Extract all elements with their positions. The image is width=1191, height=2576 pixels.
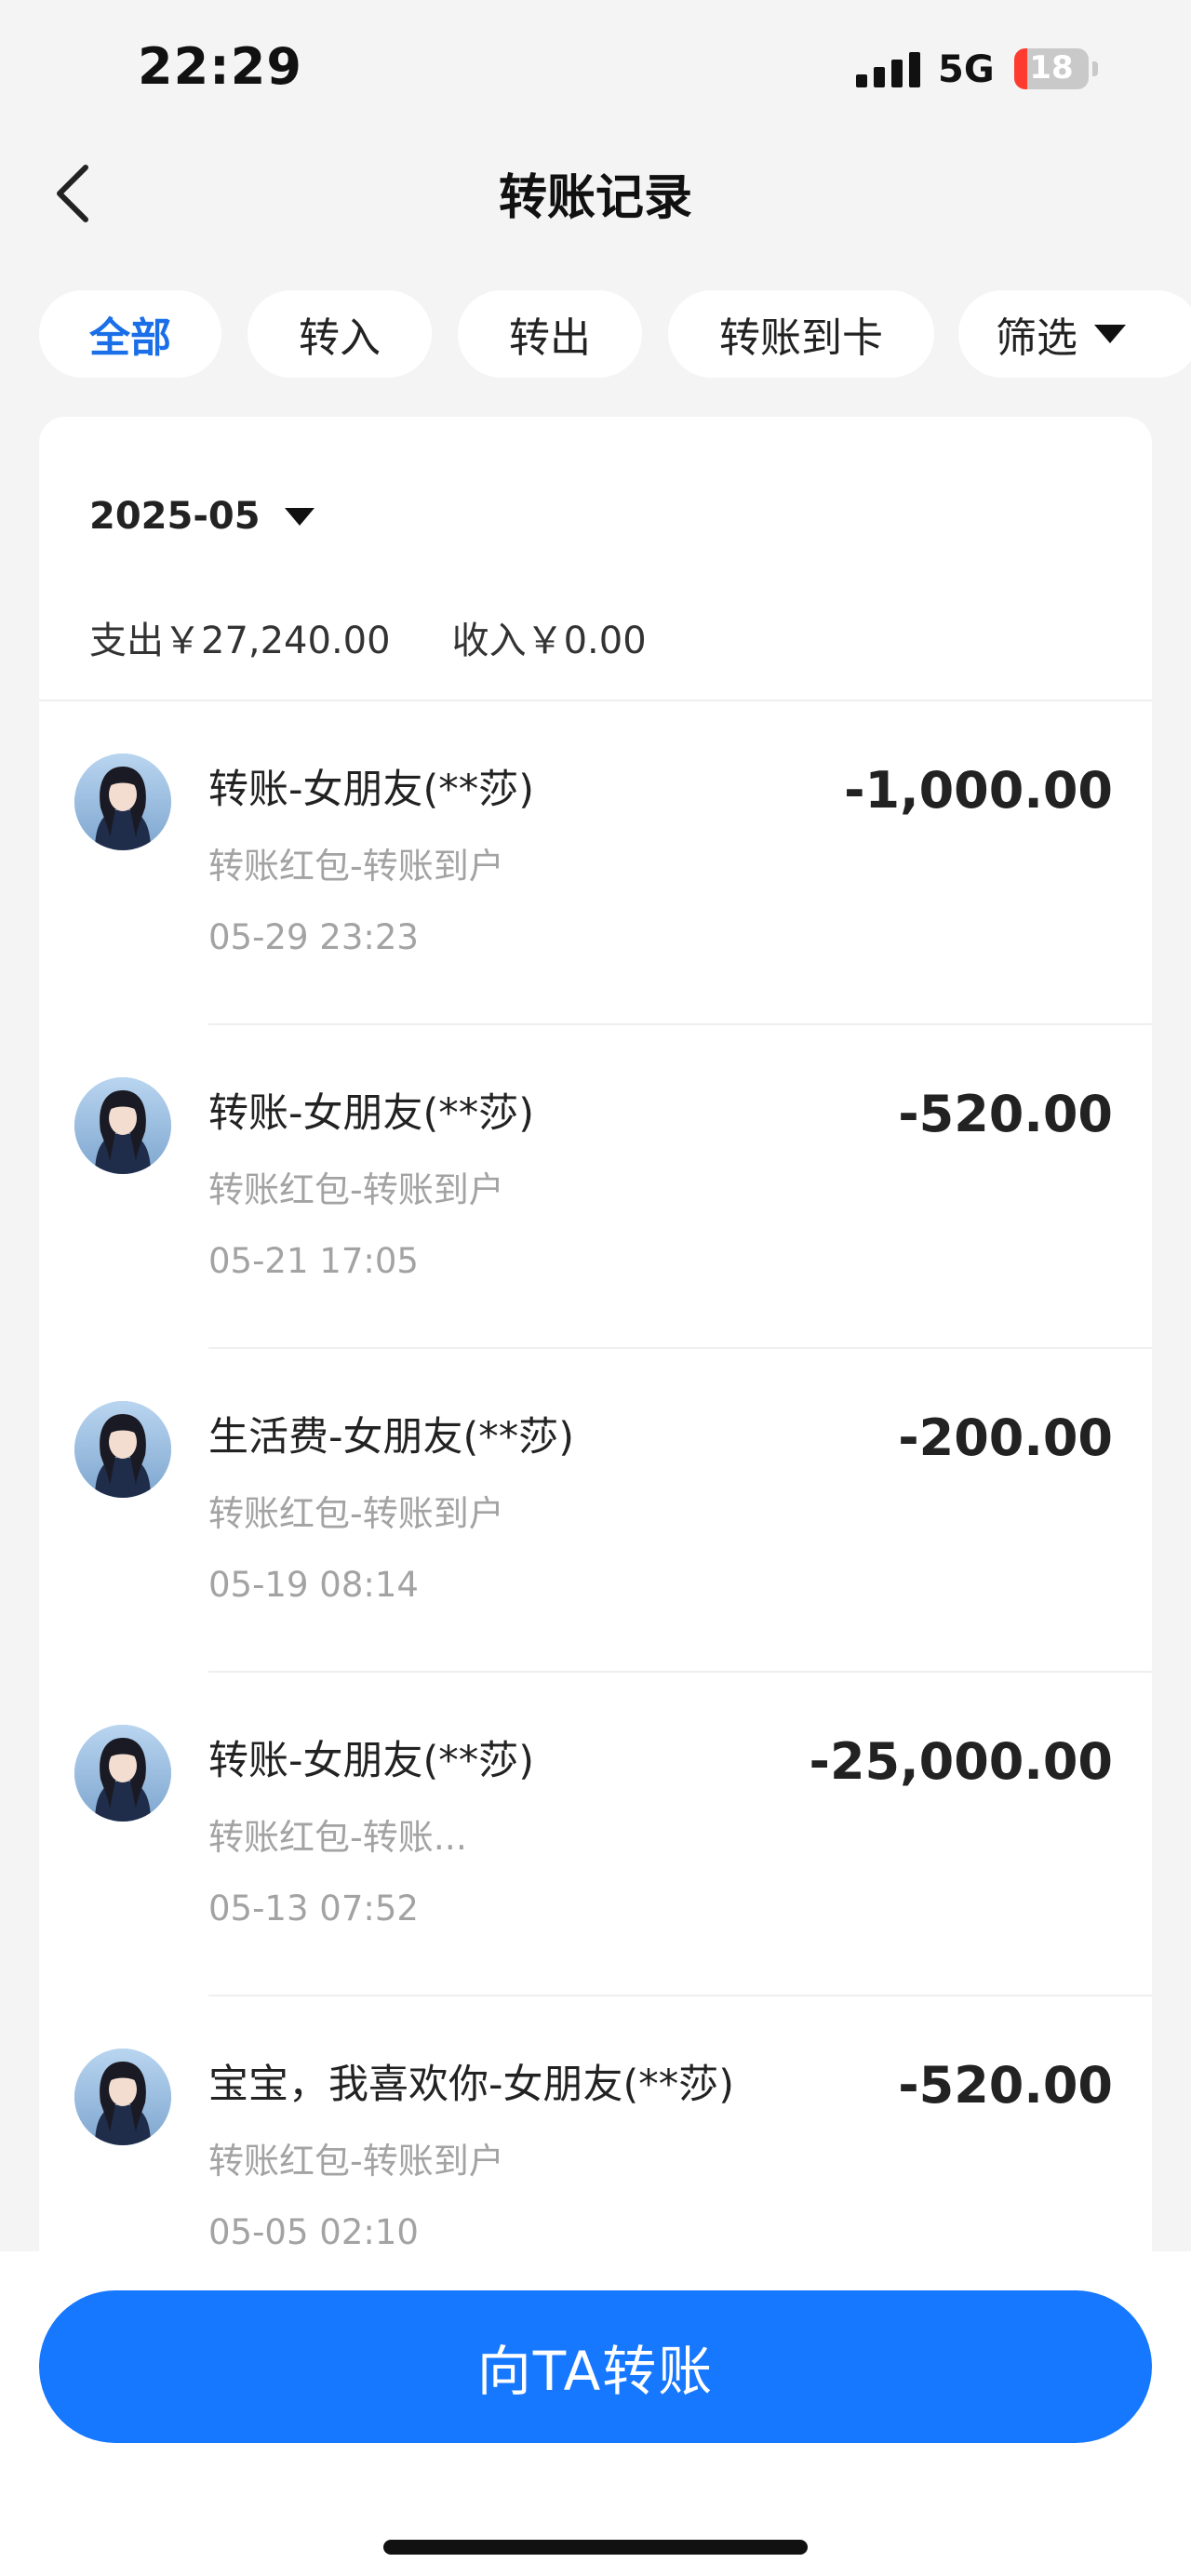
transaction-row[interactable]: 生活费-女朋友(**莎) 转账红包-转账到户 05-19 08:14 -200.… bbox=[39, 1349, 1152, 1673]
transaction-time: 05-13 07:52 bbox=[208, 1889, 419, 1929]
transaction-type: 转账红包-转账到户 bbox=[208, 1169, 504, 1210]
tab-label: 筛选 bbox=[996, 314, 1077, 362]
tab-label: 转入 bbox=[299, 314, 381, 362]
avatar-portrait bbox=[74, 1077, 171, 1174]
month-label: 2025-05 bbox=[89, 495, 261, 538]
expense-total: 支出￥27,240.00 bbox=[89, 620, 391, 662]
records-card: 2025-05 支出￥27,240.00 收入￥0.00 转账-女朋友(**莎)… bbox=[39, 417, 1152, 2320]
transaction-amount: -25,000.00 bbox=[809, 1732, 1113, 1791]
transaction-time: 05-05 02:10 bbox=[208, 2212, 419, 2252]
tab-label: 全部 bbox=[89, 314, 171, 362]
avatar bbox=[74, 754, 171, 850]
avatar-portrait bbox=[74, 754, 171, 850]
month-selector[interactable]: 2025-05 bbox=[89, 495, 314, 538]
tab-label: 转出 bbox=[509, 314, 591, 362]
tab-incoming[interactable]: 转入 bbox=[248, 290, 432, 378]
transaction-amount: -520.00 bbox=[898, 1085, 1113, 1143]
income-total: 收入￥0.00 bbox=[451, 620, 647, 662]
cta-label: 向TA转账 bbox=[476, 2340, 715, 2403]
transaction-row[interactable]: 转账-女朋友(**莎) 转账红包-转账到户 05-21 17:05 -520.0… bbox=[39, 1025, 1152, 1349]
transaction-time: 05-21 17:05 bbox=[208, 1241, 419, 1281]
avatar-portrait bbox=[74, 2049, 171, 2145]
transaction-title: 生活费-女朋友(**莎) bbox=[208, 1414, 575, 1461]
avatar-portrait bbox=[74, 1725, 171, 1822]
avatar bbox=[74, 2049, 171, 2145]
transfer-records-screen: 22:29 5G 18 转账记录 全部 转入 转出 转账到卡 筛选 2025-0… bbox=[0, 0, 1191, 2576]
transaction-time: 05-29 23:23 bbox=[208, 917, 419, 957]
tab-outgoing[interactable]: 转出 bbox=[458, 290, 642, 378]
transaction-title: 宝宝，我喜欢你-女朋友(**莎) bbox=[208, 2062, 735, 2108]
network-label: 5G bbox=[938, 48, 995, 91]
battery-icon: 18 bbox=[1014, 48, 1089, 89]
transaction-amount: -1,000.00 bbox=[844, 761, 1113, 820]
avatar-portrait bbox=[74, 1401, 171, 1498]
tab-to-card[interactable]: 转账到卡 bbox=[668, 290, 934, 378]
transaction-title: 转账-女朋友(**莎) bbox=[208, 1738, 535, 1784]
battery-tip bbox=[1092, 61, 1098, 76]
status-time: 22:29 bbox=[138, 37, 302, 96]
caret-down-icon bbox=[284, 507, 314, 526]
page-title: 转账记录 bbox=[498, 170, 692, 226]
tab-label: 转账到卡 bbox=[719, 314, 883, 362]
avatar bbox=[74, 1725, 171, 1822]
signal-icon bbox=[856, 52, 921, 87]
month-summary: 支出￥27,240.00 收入￥0.00 bbox=[89, 610, 647, 664]
transfer-to-them-button[interactable]: 向TA转账 bbox=[39, 2290, 1152, 2443]
home-indicator bbox=[383, 2540, 808, 2555]
tab-all[interactable]: 全部 bbox=[39, 290, 221, 378]
tab-filter[interactable]: 筛选 bbox=[958, 290, 1191, 378]
transaction-type: 转账红包-转账到户 bbox=[208, 1493, 504, 1534]
transaction-amount: -520.00 bbox=[898, 2056, 1113, 2115]
transaction-row[interactable]: 转账-女朋友(**莎) 转账红包-转账... 05-13 07:52 -25,0… bbox=[39, 1673, 1152, 1996]
transaction-title: 转账-女朋友(**莎) bbox=[208, 767, 535, 813]
transaction-time: 05-19 08:14 bbox=[208, 1565, 419, 1605]
transaction-type: 转账红包-转账... bbox=[208, 1817, 467, 1858]
filter-tabs: 全部 转入 转出 转账到卡 筛选 bbox=[39, 290, 1191, 378]
avatar bbox=[74, 1401, 171, 1498]
battery-percent: 18 bbox=[1029, 49, 1074, 87]
caret-down-icon bbox=[1094, 325, 1126, 343]
transaction-amount: -200.00 bbox=[898, 1408, 1113, 1467]
transaction-type: 转账红包-转账到户 bbox=[208, 2141, 504, 2182]
transaction-type: 转账红包-转账到户 bbox=[208, 846, 504, 887]
avatar bbox=[74, 1077, 171, 1174]
transaction-title: 转账-女朋友(**莎) bbox=[208, 1090, 535, 1137]
transaction-row[interactable]: 转账-女朋友(**莎) 转账红包-转账到户 05-29 23:23 -1,000… bbox=[39, 701, 1152, 1025]
bottom-bar: 向TA转账 bbox=[0, 2251, 1191, 2576]
